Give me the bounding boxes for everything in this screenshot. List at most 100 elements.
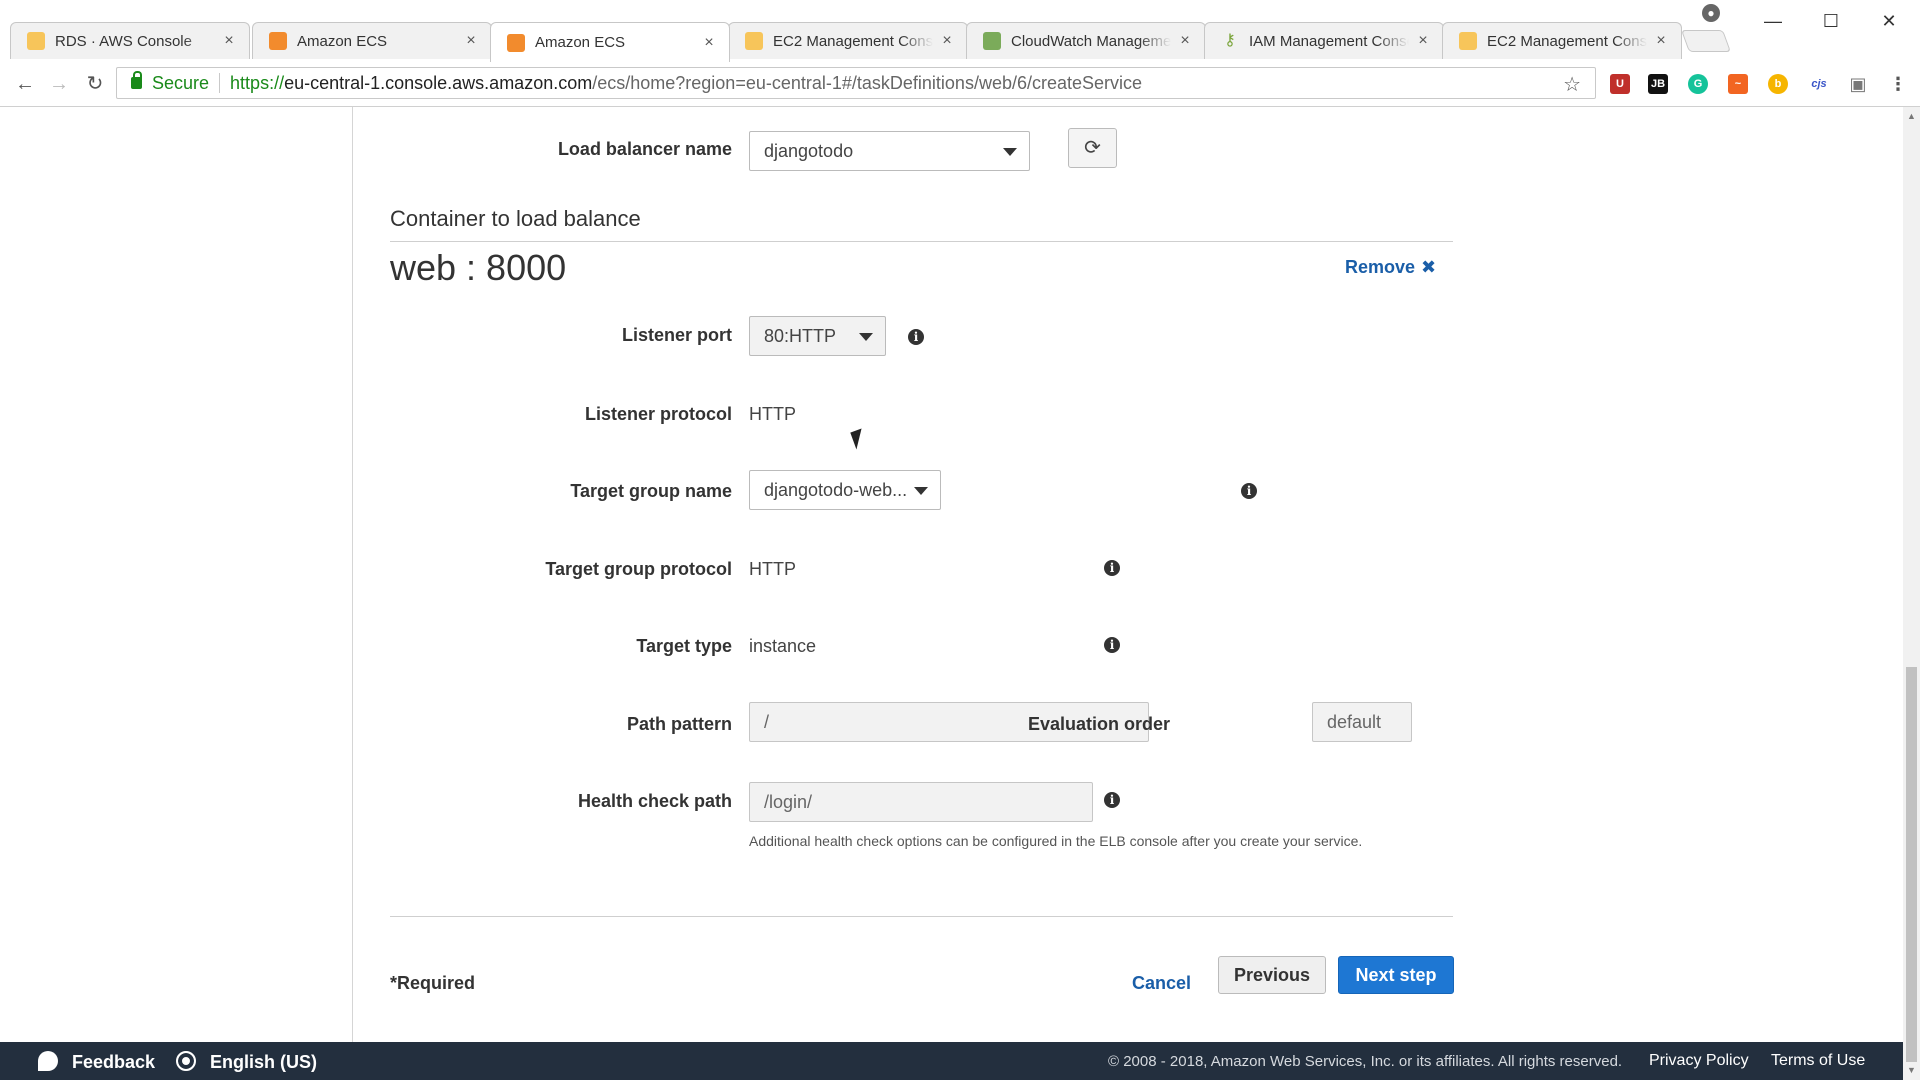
chart-extension-icon[interactable]: ~ — [1728, 74, 1748, 94]
browser-tab[interactable]: EC2 Management Console × — [728, 22, 968, 59]
tab-title: CloudWatch Management Console — [1011, 32, 1171, 50]
tab-title: Amazon ECS — [297, 32, 388, 50]
address-bar[interactable]: Secure https://eu-central-1.console.aws.… — [116, 67, 1596, 99]
target-type-value: instance — [749, 636, 817, 656]
path-pattern-value: / — [764, 712, 770, 732]
required-note: *Required — [390, 973, 476, 993]
menu-icon[interactable]: ⋮ — [1888, 74, 1908, 94]
language-selector[interactable]: English (US) — [176, 1051, 317, 1073]
listener-port-value: 80:HTTP — [764, 326, 837, 346]
remove-label: Remove — [1345, 257, 1416, 277]
tab-title: Amazon ECS — [535, 34, 626, 51]
aws-box-icon — [1459, 32, 1477, 50]
reload-icon[interactable]: ↻ — [82, 71, 108, 97]
info-icon[interactable]: i — [1104, 560, 1120, 576]
aws-box-icon — [745, 32, 763, 50]
ecs-icon — [269, 32, 287, 50]
browser-toolbar: ← → ↻ Secure https://eu-central-1.consol… — [0, 61, 1920, 107]
speech-bubble-icon — [38, 1051, 58, 1071]
forward-icon[interactable]: → — [46, 71, 72, 97]
lock-icon — [131, 71, 142, 89]
listener-protocol-label: Listener protocol — [584, 404, 732, 424]
scroll-up-icon[interactable]: ▲ — [1907, 111, 1916, 121]
close-icon[interactable]: × — [701, 34, 717, 52]
terms-of-use-link[interactable]: Terms of Use — [1771, 1052, 1865, 1070]
target-group-name-label: Target group name — [570, 481, 732, 501]
divider — [390, 916, 1453, 917]
info-icon[interactable]: i — [1104, 792, 1120, 808]
profile-icon[interactable]: ● — [1702, 4, 1720, 22]
listener-port-label: Listener port — [621, 325, 732, 345]
listener-port-select[interactable]: 80:HTTP — [749, 316, 886, 356]
target-type-label: Target type — [636, 636, 732, 656]
next-step-button[interactable]: Next step — [1338, 956, 1454, 994]
caret-down-icon — [914, 487, 928, 495]
close-icon[interactable]: × — [221, 32, 237, 50]
cloudwatch-icon — [983, 32, 1001, 50]
section-title: Container to load balance — [390, 206, 641, 231]
refresh-button[interactable]: ⟳ — [1068, 128, 1117, 168]
info-icon[interactable]: i — [1104, 637, 1120, 653]
ublock-extension-icon[interactable]: U — [1610, 74, 1630, 94]
url-host: eu-central-1.console.aws.amazon.com — [284, 72, 593, 93]
grammarly-extension-icon[interactable]: G — [1688, 74, 1708, 94]
back-icon[interactable]: ← — [12, 71, 38, 97]
copyright-text: © 2008 - 2018, Amazon Web Services, Inc.… — [1108, 1053, 1623, 1070]
feedback-label: Feedback — [72, 1052, 156, 1072]
console-footer: Feedback English (US) © 2008 - 2018, Ama… — [0, 1042, 1903, 1080]
browser-tab[interactable]: ⚷ IAM Management Console × — [1204, 22, 1444, 59]
close-window-icon[interactable]: ✕ — [1864, 6, 1914, 36]
caret-down-icon — [859, 333, 873, 341]
cancel-button[interactable]: Cancel — [1132, 973, 1191, 994]
browser-tab[interactable]: CloudWatch Management Console × — [966, 22, 1206, 59]
target-group-protocol-label: Target group protocol — [545, 559, 732, 579]
tab-title: RDS · AWS Console — [55, 32, 192, 50]
load-balancer-value: djangotodo — [764, 141, 854, 161]
health-check-label: Health check path — [577, 791, 732, 811]
scroll-thumb[interactable] — [1906, 667, 1917, 1062]
target-group-name-select[interactable]: djangotodo-web... — [749, 470, 941, 510]
divider — [219, 73, 221, 93]
language-label: English (US) — [210, 1052, 317, 1072]
bitcoin-extension-icon[interactable]: b — [1768, 74, 1788, 94]
close-icon[interactable]: × — [1653, 32, 1669, 50]
browser-tab[interactable]: EC2 Management Console × — [1442, 22, 1682, 59]
info-icon[interactable]: i — [908, 329, 924, 345]
previous-button[interactable]: Previous — [1218, 956, 1326, 994]
load-balancer-label: Load balancer name — [557, 139, 732, 159]
evaluation-order-value: default — [1327, 712, 1382, 732]
close-icon[interactable]: × — [1177, 32, 1193, 50]
globe-icon — [176, 1051, 196, 1071]
load-balancer-select[interactable]: djangotodo — [749, 131, 1030, 171]
left-panel — [0, 107, 353, 1042]
cjs-extension-icon[interactable]: cjs — [1806, 74, 1832, 94]
remove-link[interactable]: Remove ✖ — [1345, 257, 1436, 278]
browser-tab[interactable]: Amazon ECS × — [252, 22, 492, 59]
close-icon: ✖ — [1421, 257, 1437, 277]
iam-key-icon: ⚷ — [1224, 32, 1236, 49]
browser-tab[interactable]: RDS · AWS Console × — [10, 22, 250, 59]
health-check-input[interactable]: /login/ — [749, 782, 1093, 822]
info-icon[interactable]: i — [1241, 483, 1257, 499]
bookmark-star-icon[interactable]: ☆ — [1563, 72, 1581, 97]
caret-down-icon — [1003, 148, 1017, 156]
listener-protocol-value: HTTP — [749, 404, 796, 424]
browser-tab-active[interactable]: Amazon ECS × — [490, 22, 730, 62]
target-group-protocol-value: HTTP — [749, 559, 796, 579]
close-icon[interactable]: × — [939, 32, 955, 50]
screen-extension-icon[interactable]: ▣ — [1848, 74, 1868, 94]
new-tab-button[interactable] — [1680, 30, 1732, 52]
privacy-policy-link[interactable]: Privacy Policy — [1649, 1052, 1749, 1070]
tab-title: EC2 Management Console — [1487, 32, 1647, 50]
minimize-icon[interactable]: — — [1748, 6, 1798, 36]
page-scrollbar[interactable]: ▲ ▼ — [1903, 107, 1920, 1080]
jetbrains-extension-icon[interactable]: JB — [1648, 74, 1668, 94]
evaluation-order-input[interactable]: default — [1312, 702, 1412, 742]
close-icon[interactable]: × — [1415, 32, 1431, 50]
maximize-icon[interactable]: ☐ — [1806, 6, 1856, 36]
url-path: /ecs/home?region=eu-central-1#/taskDefin… — [592, 72, 1143, 93]
close-icon[interactable]: × — [463, 32, 479, 50]
scroll-down-icon[interactable]: ▼ — [1907, 1065, 1916, 1075]
browser-tab-bar: RDS · AWS Console × Amazon ECS × Amazon … — [0, 0, 1920, 66]
feedback-link[interactable]: Feedback — [38, 1051, 155, 1073]
